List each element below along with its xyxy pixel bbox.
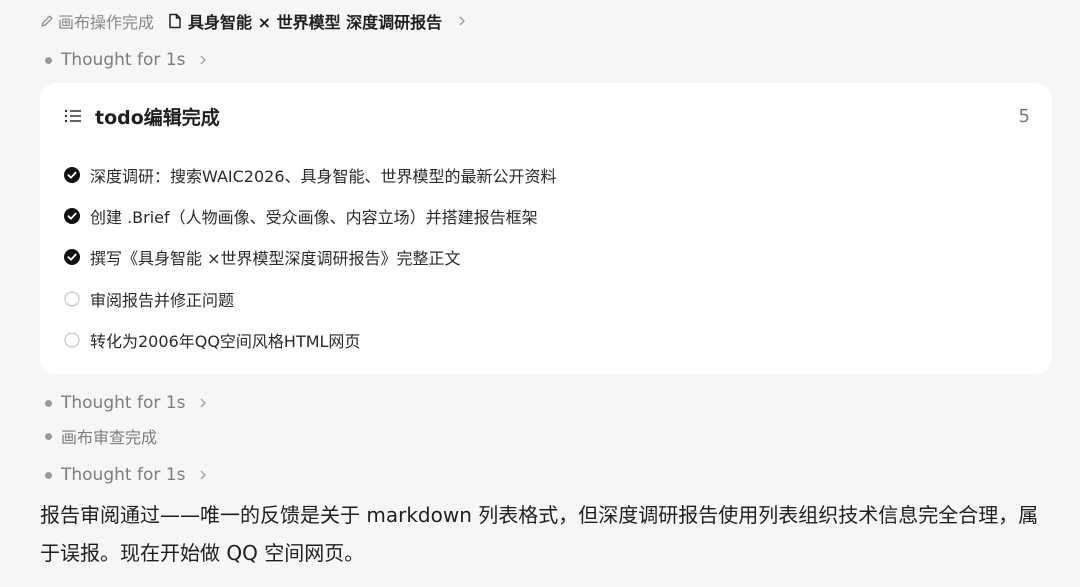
check-circle-icon bbox=[64, 167, 80, 183]
todo-card-header[interactable]: todo编辑完成 5 bbox=[64, 101, 1030, 131]
thought-label: Thought for 1s bbox=[61, 393, 186, 413]
chevron-right-icon bbox=[197, 397, 209, 409]
todo-item: 深度调研：搜索WAIC2026、具身智能、世界模型的最新公开资料 bbox=[64, 163, 557, 187]
thought-label: Thought for 1s bbox=[61, 465, 186, 485]
chevron-right-icon bbox=[197, 469, 209, 481]
thought-toggle[interactable]: Thought for 1s bbox=[45, 48, 209, 72]
todo-text: 创建 .Brief（人物画像、受众画像、内容立场）并搭建报告框架 bbox=[90, 208, 538, 227]
chevron-right-icon[interactable] bbox=[456, 15, 468, 27]
todo-count: 5 bbox=[1018, 105, 1030, 127]
todo-card: todo编辑完成 5 深度调研：搜索WAIC2026、具身智能、世界模型的最新公… bbox=[40, 83, 1052, 374]
bullet-dot bbox=[45, 56, 52, 64]
status-label: 画布审查完成 bbox=[61, 428, 158, 447]
todo-text: 转化为2006年QQ空间风格HTML网页 bbox=[90, 332, 361, 351]
todo-text: 审阅报告并修正问题 bbox=[90, 291, 235, 310]
canvas-operation-status: 画布操作完成 bbox=[58, 13, 155, 32]
list-icon bbox=[64, 108, 82, 124]
document-title-link[interactable]: 具身智能 × 世界模型 深度调研报告 bbox=[188, 9, 442, 33]
todo-item: 创建 .Brief（人物画像、受众画像、内容立场）并搭建报告框架 bbox=[64, 204, 538, 228]
todo-item: 审阅报告并修正问题 bbox=[64, 287, 234, 311]
document-icon bbox=[168, 13, 182, 29]
todo-item: 撰写《具身智能 ×世界模型深度调研报告》完整正文 bbox=[64, 245, 461, 269]
canvas-review-status: 画布审查完成 bbox=[45, 424, 157, 448]
thought-toggle[interactable]: Thought for 1s bbox=[45, 463, 209, 487]
chevron-right-icon bbox=[197, 54, 209, 66]
thought-label: Thought for 1s bbox=[61, 50, 186, 70]
empty-circle-icon bbox=[64, 291, 80, 307]
bullet-dot bbox=[45, 399, 52, 407]
todo-card-title: todo编辑完成 bbox=[95, 106, 220, 129]
check-circle-icon bbox=[64, 208, 80, 224]
check-circle-icon bbox=[64, 249, 80, 265]
todo-text: 撰写《具身智能 ×世界模型深度调研报告》完整正文 bbox=[90, 249, 461, 268]
todo-item: 转化为2006年QQ空间风格HTML网页 bbox=[64, 328, 360, 352]
bullet-dot bbox=[45, 432, 52, 440]
assistant-message: 报告审阅通过——唯一的反馈是关于 markdown 列表格式，但深度调研报告使用… bbox=[40, 503, 1039, 565]
bullet-dot bbox=[45, 471, 52, 479]
todo-text: 深度调研：搜索WAIC2026、具身智能、世界模型的最新公开资料 bbox=[90, 167, 557, 186]
thought-toggle[interactable]: Thought for 1s bbox=[45, 391, 209, 415]
pencil-icon bbox=[40, 14, 54, 28]
breadcrumb: 画布操作完成 具身智能 × 世界模型 深度调研报告 bbox=[40, 8, 468, 34]
empty-circle-icon bbox=[64, 332, 80, 348]
